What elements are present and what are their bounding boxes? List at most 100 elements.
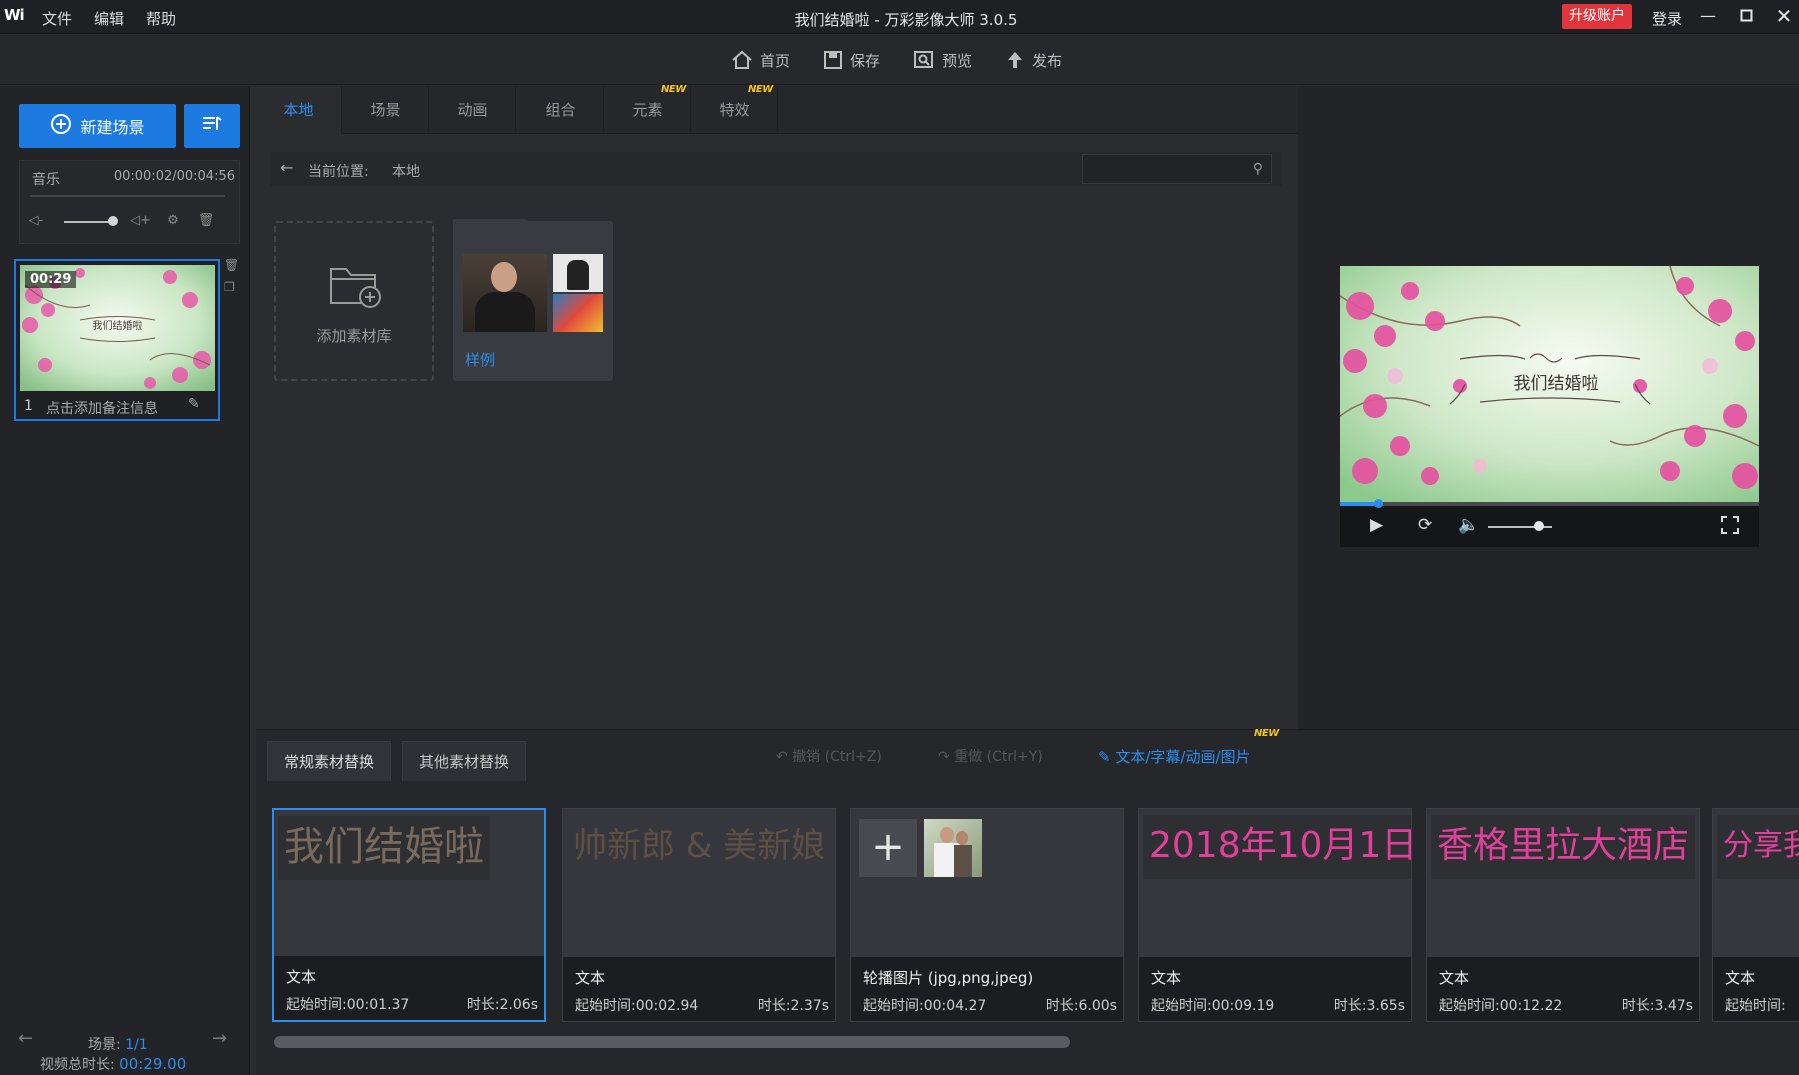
clip-preview-text: 我们结婚啦 — [278, 816, 490, 880]
fullscreen-icon[interactable] — [1720, 515, 1740, 540]
plus-circle-icon — [50, 113, 72, 139]
clip-card[interactable]: 我们结婚啦 文本 起始时间:00:01.37 时长:2.06s — [272, 808, 546, 1022]
clip-duration: 时长:2.37s — [757, 998, 829, 1014]
preview-button[interactable]: 预览 — [913, 47, 972, 73]
clip-start-time: 起始时间:00:02.94 — [575, 998, 699, 1014]
undo-label: 撤销 (Ctrl+Z) — [792, 749, 882, 765]
add-library-button[interactable]: 添加素材库 — [274, 221, 434, 381]
back-arrow-icon[interactable]: ← — [280, 158, 293, 177]
prev-scene-icon[interactable]: ← — [18, 1028, 33, 1049]
sample-folder[interactable]: 样例 — [453, 221, 613, 381]
new-scene-button[interactable]: 新建场景 — [19, 104, 176, 148]
clip-type: 文本 — [1151, 969, 1182, 987]
clip-card[interactable]: 分享我 文本 起始时间: — [1712, 808, 1799, 1022]
clip-card[interactable]: 2018年10月1日 文本 起始时间:00:09.19 时长:3.65s — [1138, 808, 1412, 1022]
home-button[interactable]: 首页 — [731, 47, 790, 73]
login-link[interactable]: 登录 — [1652, 8, 1682, 29]
delete-scene-icon[interactable]: 🗑 — [224, 258, 239, 272]
preview-volume-knob[interactable] — [1534, 521, 1545, 531]
scene-duration-badge: 00:29 — [25, 271, 77, 288]
undo-icon: ↶ — [776, 749, 788, 765]
home-label: 首页 — [760, 51, 791, 70]
new-badge: NEW — [748, 84, 773, 95]
tab-local[interactable]: 本地 — [256, 86, 342, 134]
video-preview: 我们结婚啦 ▶ ⟳ 🔈 — [1340, 266, 1759, 547]
edit-text-link-label: 文本/字幕/动画/图片 — [1115, 748, 1251, 766]
total-duration-value: 00:29.00 — [119, 1055, 187, 1073]
play-icon[interactable]: ▶ — [1370, 515, 1383, 535]
tab-regular-replace[interactable]: 常规素材替换 — [267, 741, 392, 781]
clip-start-time: 起始时间:00:12.22 — [1439, 998, 1563, 1014]
search-icon: ⚲ — [1252, 161, 1263, 177]
scene-thumbnail: 我们结婚啦 00:29 — [20, 265, 215, 391]
upload-icon — [1005, 50, 1025, 70]
list-settings-icon — [201, 114, 223, 138]
tab-other-replace[interactable]: 其他素材替换 — [402, 741, 527, 781]
clip-card[interactable]: + 轮播图片 (jpg,png,jpeg) 起始时间:00:04.27 时长:6… — [850, 808, 1124, 1022]
library-search-input[interactable]: ⚲ — [1082, 154, 1272, 184]
publish-button[interactable]: 发布 — [1005, 47, 1062, 73]
clip-card[interactable]: 帅新郎 & 美新娘 文本 起始时间:00:02.94 时长:2.37s — [562, 808, 836, 1022]
music-volume-slider[interactable] — [64, 221, 114, 223]
carousel-thumb-image — [924, 819, 982, 877]
breadcrumb: ← 当前位置: 本地 ⚲ — [270, 152, 1282, 186]
redo-button[interactable]: ↷ 重做 (Ctrl+Y) — [938, 746, 1043, 766]
gear-icon[interactable]: ⚙ — [163, 211, 183, 231]
folder-add-icon — [328, 261, 382, 313]
tab-group[interactable]: 组合 — [518, 86, 604, 134]
clip-preview-text: 香格里拉大酒店 — [1431, 815, 1696, 879]
scene-counter-value: 1/1 — [125, 1037, 148, 1053]
tab-scene[interactable]: 场景 — [343, 86, 429, 134]
replay-icon[interactable]: ⟳ — [1418, 515, 1432, 535]
add-library-label: 添加素材库 — [316, 327, 392, 345]
save-button[interactable]: 保存 — [823, 47, 880, 73]
clip-caption: 轮播图片 (jpg,png,jpeg) 起始时间:00:04.27 时长:6.0… — [851, 957, 1123, 1021]
trash-icon[interactable]: 🗑 — [196, 211, 216, 231]
edit-text-link[interactable]: ✎ 文本/字幕/动画/图片 — [1098, 746, 1251, 767]
clip-card[interactable]: 香格里拉大酒店 文本 起始时间:00:12.22 时长:3.47s — [1426, 808, 1700, 1022]
clip-type: 文本 — [575, 969, 606, 987]
clip-caption: 文本 起始时间:00:01.37 时长:2.06s — [274, 956, 544, 1020]
edit-icon[interactable]: ✎ — [188, 396, 200, 412]
close-icon[interactable]: ✕ — [1770, 4, 1798, 28]
preview-icon — [913, 50, 935, 70]
preview-progress-knob[interactable] — [1373, 499, 1383, 508]
copy-scene-icon[interactable]: ❐ — [224, 280, 238, 294]
save-icon — [823, 50, 843, 70]
publish-label: 发布 — [1032, 51, 1063, 70]
clip-preview-text: 帅新郎 & 美新娘 — [573, 826, 826, 866]
volume-icon[interactable]: 🔈 — [1458, 515, 1479, 535]
scene-index: 1 — [24, 398, 33, 414]
clip-start-time: 起始时间: — [1725, 998, 1786, 1014]
scene-list-button[interactable] — [184, 104, 240, 148]
clip-caption: 文本 起始时间: — [1713, 957, 1799, 1021]
music-progress-bar[interactable] — [30, 195, 225, 197]
undo-button[interactable]: ↶ 撤销 (Ctrl+Z) — [776, 746, 882, 766]
maximize-icon[interactable] — [1732, 4, 1760, 28]
new-badge: NEW — [661, 84, 686, 95]
preview-progress-bar[interactable] — [1340, 499, 1759, 508]
add-image-button[interactable]: + — [859, 819, 917, 877]
tab-animation[interactable]: 动画 — [430, 86, 516, 134]
clip-duration: 时长:3.47s — [1621, 998, 1693, 1014]
sample-image-jacket — [553, 254, 603, 292]
preview-label: 预览 — [942, 51, 973, 70]
volume-down-icon[interactable]: ◁- — [26, 211, 46, 231]
sample-image-colorful — [553, 294, 603, 332]
scene-note-field[interactable]: 点击添加备注信息 — [46, 398, 158, 418]
volume-up-icon[interactable]: ◁+ — [130, 211, 151, 231]
horizontal-scrollbar[interactable] — [274, 1036, 1070, 1048]
preview-progress-fill — [1340, 502, 1378, 506]
breadcrumb-current: 本地 — [392, 164, 420, 180]
next-scene-icon[interactable]: → — [212, 1028, 227, 1049]
clip-caption: 文本 起始时间:00:02.94 时长:2.37s — [563, 957, 835, 1021]
minimize-icon[interactable]: — — [1694, 4, 1722, 28]
clip-duration: 时长:3.65s — [1333, 998, 1405, 1014]
clip-start-time: 起始时间:00:01.37 — [286, 997, 410, 1013]
preview-title-text: 我们结婚啦 — [1513, 374, 1599, 394]
scene-thumb-title: 我们结婚啦 — [92, 321, 143, 332]
upgrade-account-button[interactable]: 升级账户 — [1562, 4, 1632, 29]
music-volume-knob[interactable] — [108, 216, 118, 226]
scene-card[interactable]: 我们结婚啦 00:29 1 点击添加备注信息 ✎ — [14, 259, 220, 421]
clip-type: 轮播图片 (jpg,png,jpeg) — [863, 969, 1034, 987]
